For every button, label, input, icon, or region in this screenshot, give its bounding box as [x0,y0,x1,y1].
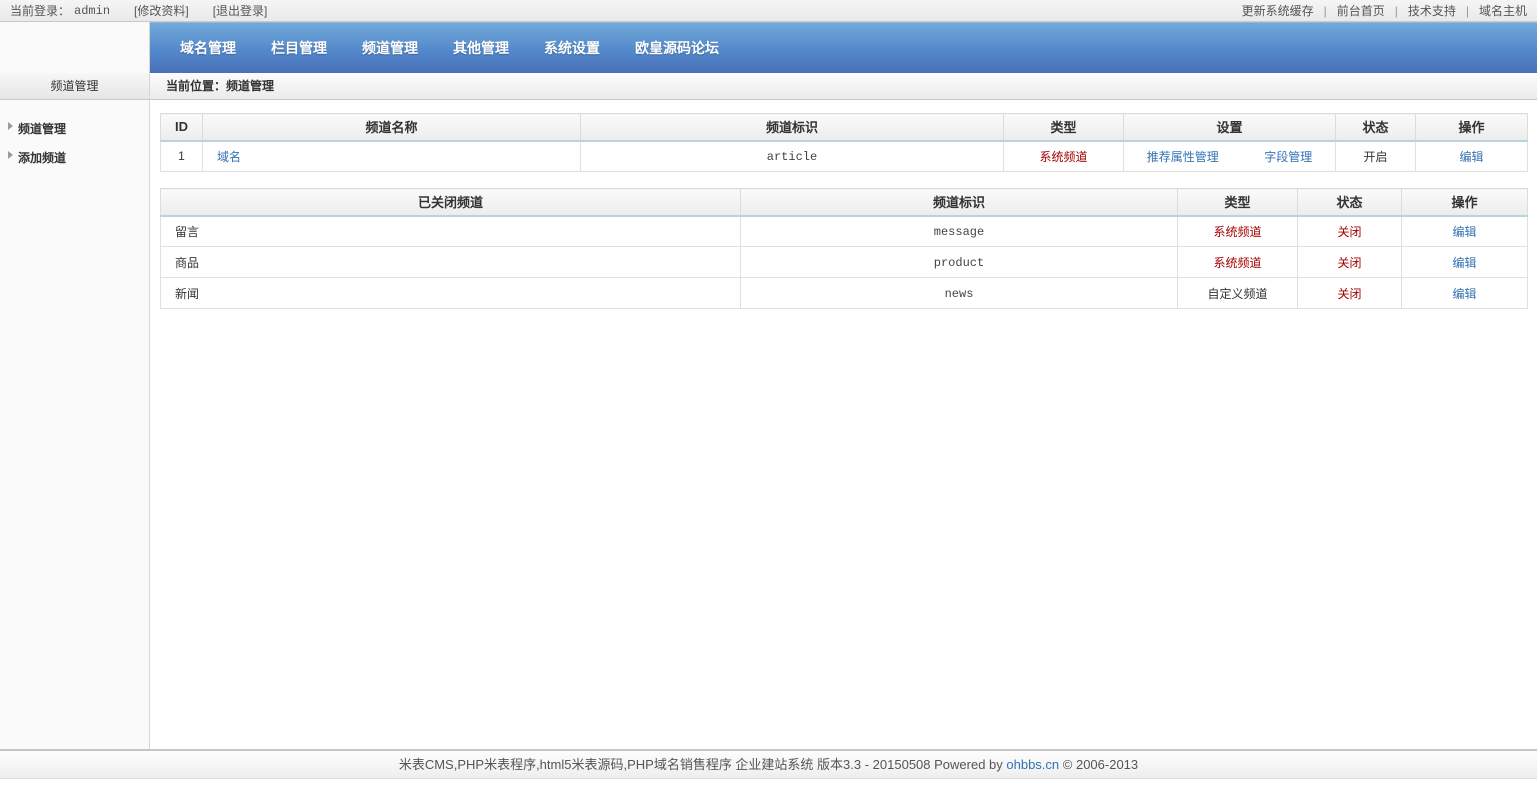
cell-slug: news [741,278,1178,309]
sidebar-item-label: 频道管理 [18,122,66,136]
topbar-links: 更新系统缓存 | 前台首页 | 技术支持 | 域名主机 [1242,2,1527,19]
domain-host-link[interactable]: 域名主机 [1479,2,1527,19]
channels-table-wrap: ID 频道名称 频道标识 类型 设置 状态 操作 1 域名 article 系统… [160,113,1528,172]
table-row: 1 域名 article 系统频道 推荐属性管理 字段管理 开启 编辑 [161,141,1528,172]
table-header-row: 已关闭频道 频道标识 类型 状态 操作 [161,189,1528,216]
cell-slug: product [741,247,1178,278]
cell-slug: message [741,216,1178,247]
cell-action: 编辑 [1402,247,1528,278]
sidebar-menu: 频道管理 添加频道 [0,114,149,172]
col-header-action: 操作 [1402,189,1528,216]
col-header-type: 类型 [1004,114,1124,141]
divider: | [1395,4,1398,18]
breadcrumb-current: 频道管理 [226,79,274,93]
col-header-status: 状态 [1336,114,1416,141]
tech-support-link[interactable]: 技术支持 [1408,2,1456,19]
channel-name-link[interactable]: 域名 [217,150,241,164]
divider: | [1466,4,1469,18]
nav-system-settings[interactable]: 系统设置 [529,23,615,74]
login-info: 当前登录： admin [修改资料] [退出登录] [10,2,267,19]
col-header-id: ID [161,114,203,141]
username: admin [74,4,110,18]
cell-settings: 推荐属性管理 字段管理 [1124,141,1336,172]
table-row: 商品 product 系统频道 关闭 编辑 [161,247,1528,278]
top-bar: 当前登录： admin [修改资料] [退出登录] 更新系统缓存 | 前台首页 … [0,0,1537,22]
edit-link[interactable]: 编辑 [1452,225,1476,239]
main-nav: 域名管理 栏目管理 频道管理 其他管理 系统设置 欧皇源码论坛 [150,22,1537,73]
cell-type: 自定义频道 [1178,278,1298,309]
footer-text: 米表CMS,PHP米表程序,html5米表源码,PHP域名销售程序 企业建站系统… [399,757,1007,772]
col-header-status: 状态 [1298,189,1402,216]
cell-action: 编辑 [1416,141,1528,172]
login-label: 当前登录： [10,2,70,19]
edit-profile-link[interactable]: [修改资料] [134,2,189,19]
cell-type: 系统频道 [1178,216,1298,247]
footer: 米表CMS,PHP米表程序,html5米表源码,PHP域名销售程序 企业建站系统… [0,749,1537,779]
closed-channels-table-wrap: 已关闭频道 频道标识 类型 状态 操作 留言 message 系统频道 关闭 编… [160,188,1528,309]
col-header-closed-name: 已关闭频道 [161,189,741,216]
refresh-cache-link[interactable]: 更新系统缓存 [1242,2,1314,19]
edit-link[interactable]: 编辑 [1452,287,1476,301]
col-header-type: 类型 [1178,189,1298,216]
nav-column-manage[interactable]: 栏目管理 [256,23,342,74]
front-home-link[interactable]: 前台首页 [1337,2,1385,19]
breadcrumb: 当前位置：频道管理 [150,73,1537,100]
cell-status: 关闭 [1298,247,1402,278]
col-header-slug: 频道标识 [741,189,1178,216]
channels-table: ID 频道名称 频道标识 类型 设置 状态 操作 1 域名 article 系统… [160,113,1528,172]
sidebar-item-label: 添加频道 [18,151,66,165]
edit-link[interactable]: 编辑 [1459,150,1483,164]
table-row: 新闻 news 自定义频道 关闭 编辑 [161,278,1528,309]
cell-action: 编辑 [1402,278,1528,309]
table-header-row: ID 频道名称 频道标识 类型 设置 状态 操作 [161,114,1528,141]
field-manage-link[interactable]: 字段管理 [1264,148,1312,165]
divider: | [1324,4,1327,18]
cell-name: 留言 [161,216,741,247]
breadcrumb-prefix: 当前位置： [166,79,226,93]
sidebar: 频道管理 频道管理 添加频道 [0,22,150,751]
cell-name: 商品 [161,247,741,278]
recommend-attr-link[interactable]: 推荐属性管理 [1147,148,1219,165]
nav-forum[interactable]: 欧皇源码论坛 [620,23,734,74]
cell-status: 关闭 [1298,216,1402,247]
closed-channels-table: 已关闭频道 频道标识 类型 状态 操作 留言 message 系统频道 关闭 编… [160,188,1528,309]
cell-type: 系统频道 [1004,141,1124,172]
table-row: 留言 message 系统频道 关闭 编辑 [161,216,1528,247]
col-header-name: 频道名称 [203,114,581,141]
col-header-slug: 频道标识 [581,114,1004,141]
edit-link[interactable]: 编辑 [1452,256,1476,270]
arrow-right-icon [8,122,13,130]
cell-slug: article [581,141,1004,172]
arrow-right-icon [8,151,13,159]
sidebar-item-add-channel[interactable]: 添加频道 [0,143,149,172]
cell-name: 域名 [203,141,581,172]
sidebar-item-channel-manage[interactable]: 频道管理 [0,114,149,143]
footer-copyright: © 2006-2013 [1059,757,1138,772]
nav-domain-manage[interactable]: 域名管理 [165,23,251,74]
nav-other-manage[interactable]: 其他管理 [438,23,524,74]
nav-channel-manage[interactable]: 频道管理 [347,23,433,74]
cell-status: 关闭 [1298,278,1402,309]
cell-id: 1 [161,141,203,172]
col-header-action: 操作 [1416,114,1528,141]
cell-type: 系统频道 [1178,247,1298,278]
logout-link[interactable]: [退出登录] [213,2,268,19]
footer-link[interactable]: ohbbs.cn [1006,757,1059,772]
cell-action: 编辑 [1402,216,1528,247]
cell-status: 开启 [1336,141,1416,172]
cell-name: 新闻 [161,278,741,309]
sidebar-title: 频道管理 [0,73,149,100]
col-header-settings: 设置 [1124,114,1336,141]
